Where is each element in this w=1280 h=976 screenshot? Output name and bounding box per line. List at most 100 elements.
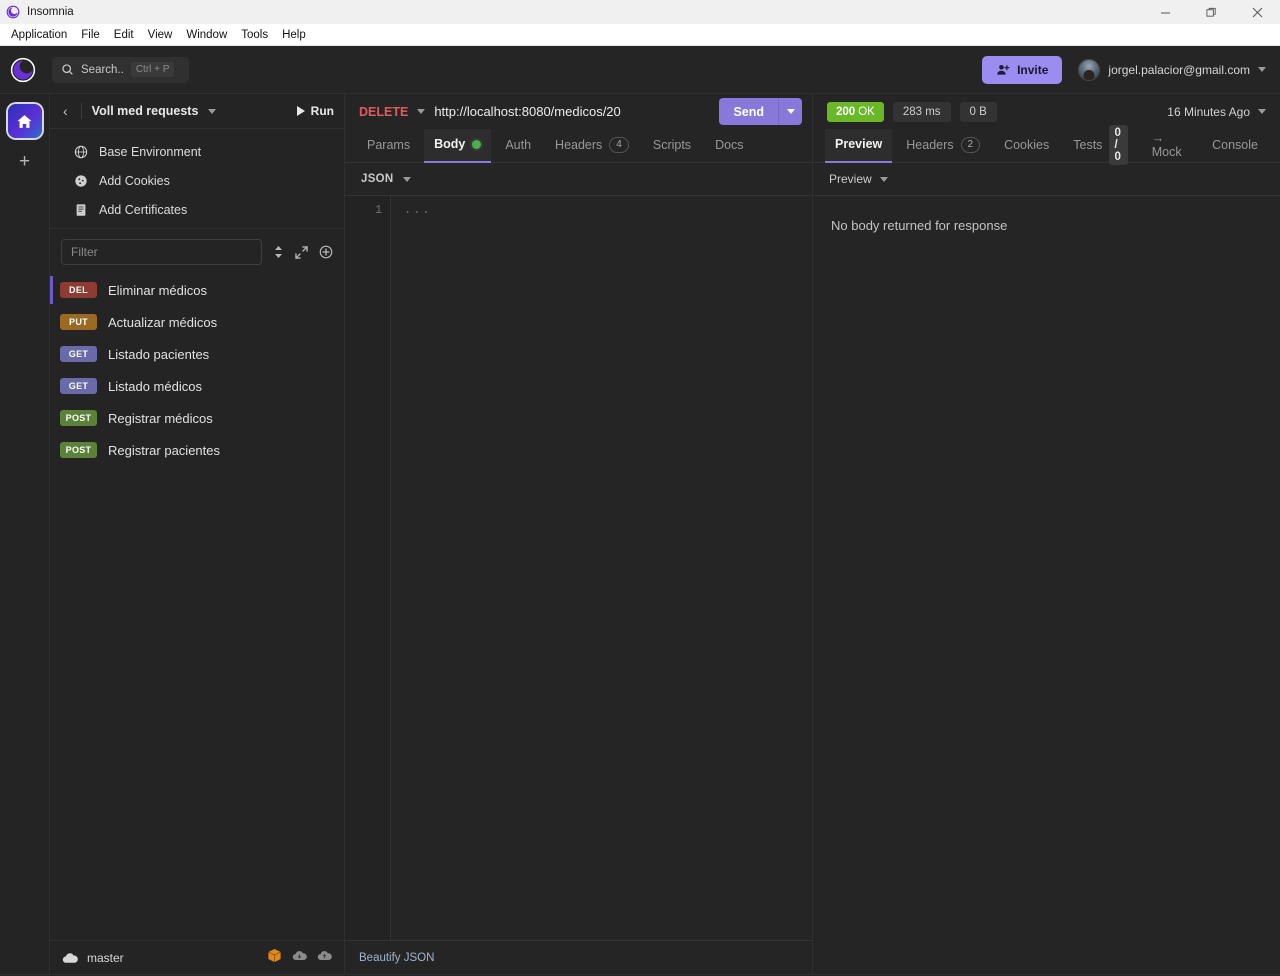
request-name: Registrar médicos bbox=[108, 410, 213, 426]
response-headers-count-badge: 2 bbox=[960, 137, 981, 153]
account-menu[interactable]: jorgel.palacior@gmail.com bbox=[1078, 58, 1266, 81]
add-user-icon bbox=[997, 64, 1010, 75]
back-icon[interactable]: ‹ bbox=[60, 103, 71, 119]
url-input[interactable]: http://localhost:8080/medicos/20 bbox=[434, 104, 710, 119]
time-ago-label: 16 Minutes Ago bbox=[1167, 104, 1250, 119]
request-method[interactable]: DELETE bbox=[359, 105, 408, 119]
sidebar-item-add-cookies[interactable]: Add Cookies bbox=[50, 166, 344, 195]
tab-console[interactable]: Console bbox=[1202, 129, 1268, 163]
tab-scripts[interactable]: Scripts bbox=[643, 129, 701, 163]
add-circle-icon[interactable] bbox=[319, 245, 333, 259]
response-history-dropdown[interactable]: 16 Minutes Ago bbox=[1167, 105, 1266, 119]
sidebar-item-label: Base Environment bbox=[99, 144, 202, 159]
collapsed-json-ellipsis[interactable]: ... bbox=[404, 202, 812, 219]
method-chevron-down-icon[interactable] bbox=[417, 109, 426, 114]
search-label: Search.. bbox=[81, 63, 124, 76]
insomnia-logo-icon bbox=[6, 5, 20, 19]
preview-chevron-down-icon[interactable] bbox=[879, 176, 888, 182]
search-icon bbox=[62, 64, 73, 75]
app-header: Search.. Ctrl + P Invite jorgel.palacior… bbox=[0, 46, 1280, 94]
body-format-chevron-down-icon[interactable] bbox=[402, 176, 411, 182]
sidebar-item-add-certificates[interactable]: Add Certificates bbox=[50, 195, 344, 224]
avatar bbox=[1078, 58, 1101, 81]
tab-label: Docs bbox=[715, 138, 744, 152]
request-name: Registrar pacientes bbox=[108, 442, 220, 458]
tab-params[interactable]: Params bbox=[357, 129, 420, 163]
icon-rail: + bbox=[0, 94, 50, 974]
body-format-label[interactable]: JSON bbox=[361, 173, 394, 185]
maximize-button[interactable] bbox=[1188, 0, 1234, 24]
package-icon[interactable] bbox=[267, 948, 282, 968]
filter-input[interactable] bbox=[61, 239, 262, 265]
tab-label: Scripts bbox=[652, 138, 692, 152]
request-pane: DELETE http://localhost:8080/medicos/20 … bbox=[345, 94, 813, 974]
workspace-chevron-down-icon[interactable] bbox=[208, 108, 217, 114]
home-button[interactable] bbox=[7, 104, 42, 138]
editor-content[interactable]: ... bbox=[391, 196, 812, 940]
send-group: Send bbox=[719, 98, 802, 125]
request-footer: Beautify JSON bbox=[345, 940, 812, 974]
branch-name[interactable]: master bbox=[87, 951, 124, 965]
preview-mode-label[interactable]: Preview bbox=[829, 172, 872, 186]
send-button[interactable]: Send bbox=[719, 98, 778, 125]
cloud-icon bbox=[62, 952, 78, 963]
tab-body[interactable]: Body bbox=[424, 128, 492, 163]
cookie-icon bbox=[75, 174, 87, 187]
menu-item-file[interactable]: File bbox=[74, 27, 107, 43]
list-item[interactable]: DEL Eliminar médicos bbox=[50, 274, 344, 306]
sidebar: ‹ Voll med requests Run Base Environment bbox=[50, 94, 345, 974]
body-editor[interactable]: 1 ... bbox=[345, 196, 812, 940]
menu-item-window[interactable]: Window bbox=[179, 27, 234, 43]
response-pane: 200 OK 283 ms 0 B 16 Minutes Ago Preview … bbox=[813, 94, 1280, 974]
tab-label: Body bbox=[434, 137, 466, 151]
send-options-button[interactable] bbox=[778, 98, 802, 125]
menu-item-edit[interactable]: Edit bbox=[107, 27, 141, 43]
tab-response-headers[interactable]: Headers 2 bbox=[896, 129, 990, 163]
chevron-down-icon bbox=[786, 109, 795, 114]
tab-docs[interactable]: Docs bbox=[705, 129, 753, 163]
method-badge: PUT bbox=[60, 314, 97, 330]
list-item[interactable]: POST Registrar pacientes bbox=[50, 434, 344, 466]
menu-item-help[interactable]: Help bbox=[275, 27, 313, 43]
tab-mock[interactable]: → Mock bbox=[1142, 129, 1198, 163]
sort-icon[interactable] bbox=[273, 245, 284, 259]
close-button[interactable] bbox=[1234, 0, 1280, 24]
request-name: Actualizar médicos bbox=[108, 314, 218, 330]
menu-item-tools[interactable]: Tools bbox=[234, 27, 275, 43]
invite-label: Invite bbox=[1017, 62, 1049, 77]
list-item[interactable]: GET Listado médicos bbox=[50, 370, 344, 402]
menubar: Application File Edit View Window Tools … bbox=[0, 24, 1280, 46]
tab-label: Tests bbox=[1073, 138, 1103, 152]
expand-icon[interactable] bbox=[295, 245, 308, 259]
run-label: Run bbox=[310, 104, 334, 118]
list-item[interactable]: POST Registrar médicos bbox=[50, 402, 344, 434]
invite-button[interactable]: Invite bbox=[982, 55, 1063, 84]
workspace-name[interactable]: Voll med requests bbox=[92, 104, 199, 118]
cloud-upload-icon[interactable] bbox=[317, 949, 332, 967]
tab-tests[interactable]: Tests 0 / 0 bbox=[1063, 125, 1137, 165]
status-code: 200 bbox=[836, 105, 856, 118]
beautify-json-button[interactable]: Beautify JSON bbox=[359, 952, 434, 964]
run-button[interactable]: Run bbox=[296, 104, 334, 118]
search-input[interactable]: Search.. Ctrl + P bbox=[52, 56, 189, 83]
tab-label: Auth bbox=[505, 138, 532, 152]
list-item[interactable]: PUT Actualizar médicos bbox=[50, 306, 344, 338]
menu-item-view[interactable]: View bbox=[141, 27, 180, 43]
tab-headers[interactable]: Headers 4 bbox=[545, 129, 639, 163]
response-size: 0 B bbox=[959, 101, 997, 122]
tab-label: → Mock bbox=[1151, 131, 1182, 159]
play-icon bbox=[296, 106, 305, 116]
cloud-download-icon[interactable] bbox=[292, 949, 307, 967]
main-shell: + ‹ Voll med requests Run Base Environme… bbox=[0, 94, 1280, 974]
tab-auth[interactable]: Auth bbox=[495, 129, 541, 163]
tab-cookies[interactable]: Cookies bbox=[994, 129, 1059, 163]
status-text: OK bbox=[858, 105, 875, 118]
menu-item-application[interactable]: Application bbox=[4, 27, 74, 43]
response-header: 200 OK 283 ms 0 B 16 Minutes Ago bbox=[813, 94, 1280, 129]
insomnia-brand-icon bbox=[10, 57, 36, 82]
minimize-button[interactable] bbox=[1142, 0, 1188, 24]
sidebar-item-base-environment[interactable]: Base Environment bbox=[50, 137, 344, 166]
add-workspace-button[interactable]: + bbox=[15, 148, 34, 175]
tab-preview[interactable]: Preview bbox=[825, 128, 893, 163]
list-item[interactable]: GET Listado pacientes bbox=[50, 338, 344, 370]
